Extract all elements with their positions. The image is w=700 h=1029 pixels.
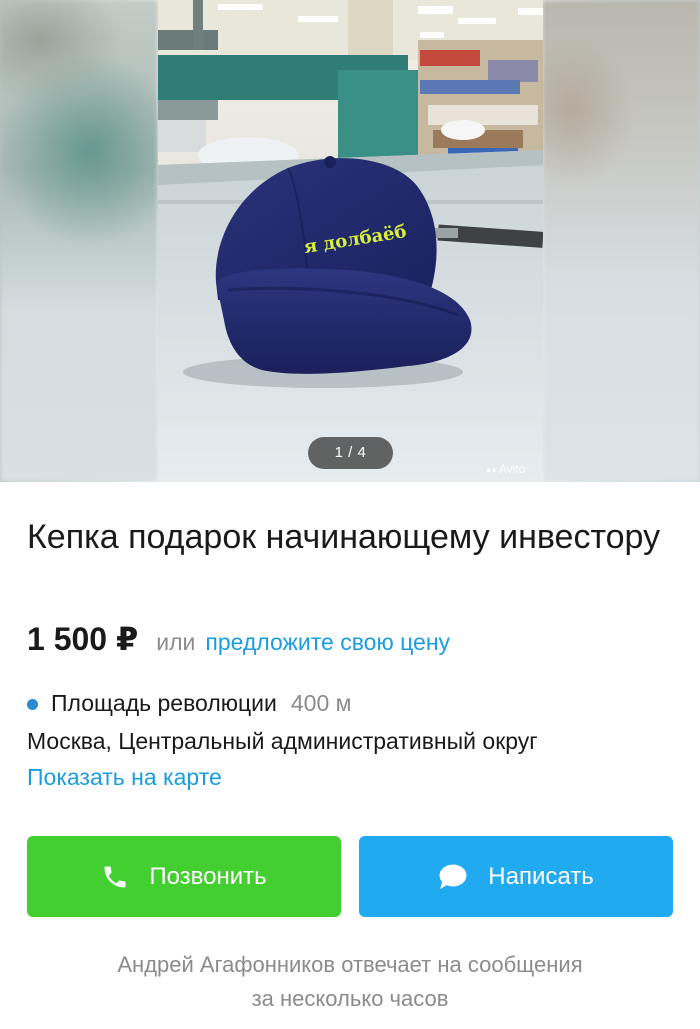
phone-icon	[104, 866, 126, 887]
seller-reply-line-2: за несколько часов	[251, 986, 449, 1011]
avito-watermark: ●● Avito	[486, 462, 525, 476]
metro-distance: 400 м	[290, 690, 352, 716]
price-row: 1 500 ₽ или предложите свою цену	[27, 620, 450, 664]
gallery-blur-right	[542, 0, 700, 482]
photo-gallery[interactable]: я долбаёб 1 / 4 ●● Avito	[0, 0, 700, 482]
gallery-blur-left	[0, 0, 158, 482]
call-button[interactable]: Позвонить	[27, 836, 341, 917]
listing-photo[interactable]: я долбаёб	[158, 0, 543, 482]
metro-line-dot-icon	[27, 699, 38, 710]
chat-bubble-icon	[439, 864, 467, 889]
seller-reply-note: Андрей Агафонников отвечает на сообщения…	[0, 948, 700, 1016]
call-button-label: Позвонить	[149, 862, 267, 890]
address: Москва, Центральный административный окр…	[27, 728, 538, 754]
metro-station: Площадь революции	[51, 690, 277, 716]
price-or-text: или	[156, 629, 196, 655]
seller-reply-line-1: Андрей Агафонников отвечает на сообщения	[117, 952, 583, 977]
photo-counter-text: 1 / 4	[334, 444, 367, 461]
listing-price: 1 500 ₽	[27, 621, 139, 657]
listing-title: Кепка подарок начинающему инвестору	[27, 518, 661, 556]
write-button[interactable]: Написать	[359, 836, 673, 917]
write-button-label: Написать	[488, 862, 594, 890]
offer-price-link[interactable]: предложите свою цену	[205, 629, 450, 656]
photo-counter: 1 / 4	[308, 437, 393, 469]
avito-dots-icon: ●●	[486, 465, 497, 475]
metro-row: Площадь революции 400 м	[27, 690, 351, 717]
show-on-map-link[interactable]: Показать на карте	[27, 764, 222, 791]
avito-watermark-text: Avito	[498, 462, 526, 476]
